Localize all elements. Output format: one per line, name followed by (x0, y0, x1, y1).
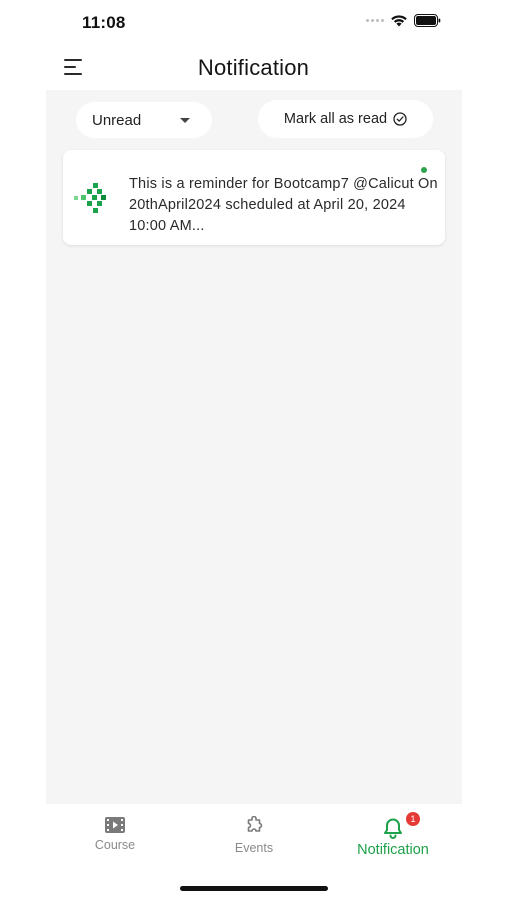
status-time: 11:08 (82, 13, 126, 32)
unread-indicator (421, 167, 427, 173)
nav-item-notification[interactable]: 1 Notification (324, 804, 462, 870)
page-title: Notification (197, 55, 310, 80)
video-icon (105, 817, 125, 833)
app-screen: 11:08 Notification Unread Mark all as re… (0, 0, 507, 900)
notification-message: This is a reminder for Bootcamp7 @Calicu… (129, 176, 438, 234)
bottom-nav: Course Events 1 Notification (46, 804, 462, 870)
nav-label-course: Course (94, 838, 136, 852)
filter-dropdown[interactable]: Unread (76, 102, 212, 138)
nav-label-events: Events (234, 841, 274, 855)
filter-selected-value: Unread (92, 111, 142, 129)
check-circle-icon (393, 112, 407, 126)
wifi-icon (391, 15, 407, 27)
puzzle-icon (247, 816, 263, 832)
notification-panel: Unread Mark all as read This is a remind… (46, 90, 462, 804)
status-icons (366, 14, 441, 27)
mark-all-read-button[interactable]: Mark all as read (258, 100, 433, 138)
bell-icon (384, 818, 402, 839)
nav-label-notification: Notification (357, 842, 429, 858)
nav-item-events[interactable]: Events (185, 804, 323, 870)
organization-logo-icon (74, 183, 106, 213)
battery-icon (414, 14, 441, 27)
home-indicator (180, 886, 328, 891)
nav-item-course[interactable]: Course (46, 804, 184, 870)
caret-down-icon (180, 118, 190, 123)
cellular-signal-icon (366, 19, 384, 22)
status-bar: 11:08 (0, 0, 507, 46)
notification-card[interactable]: This is a reminder for Bootcamp7 @Calicu… (63, 150, 445, 245)
notification-badge: 1 (406, 812, 420, 826)
mark-all-read-label: Mark all as read (283, 111, 388, 127)
app-header: Notification (0, 46, 507, 90)
